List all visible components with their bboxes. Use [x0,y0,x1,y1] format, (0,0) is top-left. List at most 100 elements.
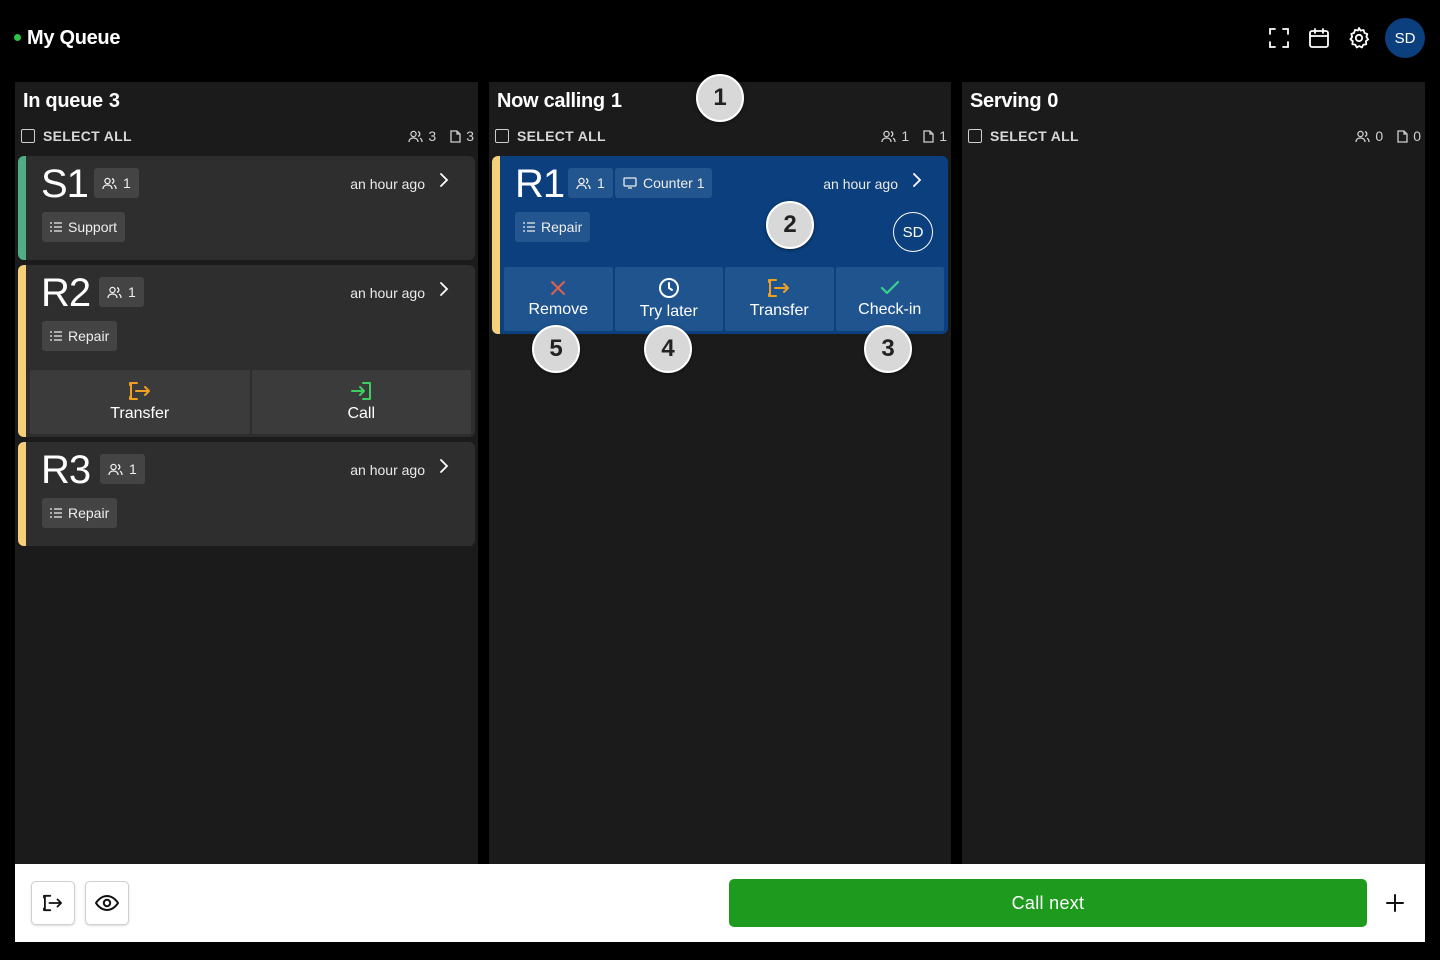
ticket-time: an hour ago [350,176,425,192]
document-icon [923,129,934,143]
select-all-checkbox[interactable]: SELECT ALL [21,128,132,144]
add-ticket-button[interactable] [1381,889,1409,917]
header: My Queue SD [0,0,1440,78]
plus-icon [1386,894,1404,912]
service-badge: Repair [42,498,118,528]
column-counts: 0 0 [1355,128,1421,144]
calendar-icon[interactable] [1305,18,1333,58]
checkbox-icon [968,129,982,143]
settings-icon[interactable] [1345,18,1373,58]
ticket-color-stripe [492,156,500,334]
ticket-number: R2 [41,271,91,315]
chevron-right-icon[interactable] [912,172,922,193]
select-all-checkbox[interactable]: SELECT ALL [495,128,606,144]
transfer-icon [128,382,150,400]
column-title-text: In queue [23,90,103,112]
column-toolbar: SELECT ALL 1 1 [495,126,947,146]
app-title: My Queue [14,27,120,50]
document-icon [1397,129,1408,143]
footer-bar: Call next [15,864,1425,942]
column-count: 0 [1047,90,1059,112]
people-icon [102,177,117,189]
transfer-icon [43,894,63,912]
ticket-time: an hour ago [350,285,425,301]
transfer-all-button[interactable] [31,881,75,925]
assigned-user-avatar: SD [893,212,933,252]
column-serving: Serving 0 SELECT ALL 0 0 [962,82,1425,864]
people-icon [881,130,897,142]
column-title-text: Serving [970,90,1042,112]
transfer-button[interactable]: Transfer [725,267,834,331]
check-in-button[interactable]: Check-in [835,267,944,331]
ticket-count: 3 [450,128,474,144]
ticket-card-r1[interactable]: R1 1 Counter 1 an hour ago Repair SD Rem… [492,156,948,334]
column-count: 1 [610,90,622,112]
column-title-text: Now calling [497,90,605,112]
select-all-label: SELECT ALL [990,128,1079,144]
ticket-color-stripe [18,265,26,437]
ticket-time: an hour ago [823,176,898,192]
annotation-marker-4: 4 [644,325,692,373]
people-icon [408,130,424,142]
call-button[interactable]: Call [251,370,471,434]
chevron-right-icon[interactable] [439,281,449,302]
transfer-button[interactable]: Transfer [30,370,250,434]
select-all-label: SELECT ALL [517,128,606,144]
call-in-icon [351,382,372,400]
party-size-badge: 1 [568,168,613,198]
counter-badge: Counter 1 [615,168,713,198]
ticket-actions: Transfer Call [30,370,471,434]
service-badge: Repair [515,212,591,242]
chevron-right-icon[interactable] [439,172,449,193]
fullscreen-icon[interactable] [1265,18,1293,58]
column-now-calling: Now calling 1 SELECT ALL 1 1 R1 1 Counte… [489,82,951,864]
ticket-count: 1 [923,128,947,144]
select-all-checkbox[interactable]: SELECT ALL [968,128,1079,144]
call-next-button[interactable]: Call next [729,879,1367,927]
ticket-number: R1 [515,162,565,206]
annotation-marker-5: 5 [532,325,580,373]
ticket-time: an hour ago [350,462,425,478]
list-icon [50,222,62,232]
column-title: In queue 3 [23,90,120,113]
remove-button[interactable]: Remove [504,267,613,331]
try-later-button[interactable]: Try later [614,267,723,331]
view-button[interactable] [85,881,129,925]
ticket-card-r2[interactable]: R2 1 an hour ago Repair Transfer Call [18,265,475,437]
service-badge: Repair [42,321,118,351]
people-icon [1355,130,1371,142]
checkbox-icon [21,129,35,143]
service-badge: Support [42,212,126,242]
annotation-marker-2: 2 [766,201,814,249]
annotation-marker-3: 3 [864,325,912,373]
list-icon [523,222,535,232]
column-title: Now calling 1 [497,90,622,113]
ticket-card-r3[interactable]: R3 1 an hour ago Repair [18,442,475,546]
eye-icon [95,895,119,911]
annotation-marker-1: 1 [696,74,744,122]
list-icon [50,508,62,518]
ticket-number: S1 [41,162,89,206]
people-icon [107,286,122,298]
column-counts: 1 1 [881,128,947,144]
user-avatar[interactable]: SD [1385,18,1425,58]
column-title: Serving 0 [970,90,1058,113]
check-icon [880,280,899,295]
column-toolbar: SELECT ALL 3 3 [21,126,474,146]
column-count: 3 [108,90,120,112]
ticket-color-stripe [18,442,26,546]
ticket-number: R3 [41,448,91,492]
close-icon [551,281,566,295]
list-icon [50,331,62,341]
header-toolbar: SD [1265,18,1425,58]
select-all-label: SELECT ALL [43,128,132,144]
online-status-dot [14,33,21,41]
people-count: 0 [1355,128,1383,144]
ticket-card-s1[interactable]: S1 1 an hour ago Support [18,156,475,260]
ticket-color-stripe [18,156,26,260]
ticket-count: 0 [1397,128,1421,144]
transfer-icon [768,279,790,297]
people-count: 1 [881,128,909,144]
column-toolbar: SELECT ALL 0 0 [968,126,1421,146]
chevron-right-icon[interactable] [439,458,449,479]
